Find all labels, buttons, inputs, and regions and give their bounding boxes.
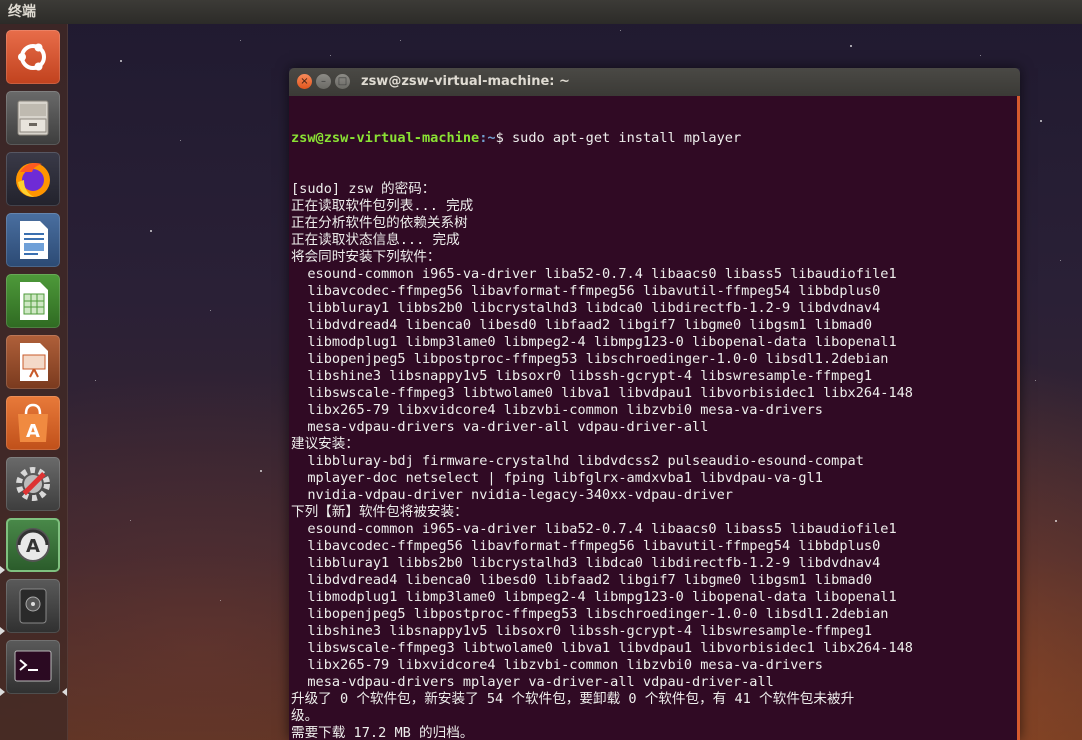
output-line: libx265-79 libxvidcore4 libzvbi-common l… — [291, 402, 823, 418]
output-line: libmodplug1 libmp3lame0 libmpeg2-4 libmp… — [291, 589, 897, 605]
output-line: libbluray1 libbs2b0 libcrystalhd3 libdca… — [291, 555, 881, 571]
impress-presentation-icon — [20, 343, 48, 381]
ubuntu-logo-icon — [18, 43, 46, 71]
launcher-item-settings[interactable] — [6, 457, 60, 511]
prompt-line: zsw@zsw-virtual-machine:~$ sudo apt-get … — [291, 130, 1013, 147]
output-line: 升级了 0 个软件包，新安装了 54 个软件包，要卸载 0 个软件包，有 41 … — [291, 691, 855, 707]
output-line: libdvdread4 libenca0 libesd0 libfaad2 li… — [291, 572, 873, 588]
output-line: libopenjpeg5 libpostproc-ffmpeg53 libsch… — [291, 351, 889, 367]
launcher: A A — [0, 24, 68, 740]
output-line: libshine3 libsnappy1v5 libsoxr0 libssh-g… — [291, 623, 873, 639]
command-text: sudo apt-get install mplayer — [512, 130, 742, 146]
output-line: mesa-vdpau-drivers va-driver-all vdpau-d… — [291, 419, 709, 435]
launcher-item-updater[interactable]: A — [6, 518, 60, 572]
running-indicator — [0, 688, 5, 696]
output-line: 将会同时安装下列软件： — [291, 249, 441, 265]
svg-text:A: A — [26, 536, 40, 557]
output-line: 正在分析软件包的依赖关系树 — [291, 215, 468, 231]
output-line: libx265-79 libxvidcore4 libzvbi-common l… — [291, 657, 823, 673]
svg-text:A: A — [26, 421, 40, 442]
prompt-user: zsw@zsw-virtual-machine — [291, 130, 480, 146]
output-line: mplayer-doc netselect | fping libfglrx-a… — [291, 470, 823, 486]
terminal-output: zsw@zsw-virtual-machine:~$ sudo apt-get … — [291, 96, 1013, 740]
top-panel: 终端 — [0, 0, 1082, 24]
calc-spreadsheet-icon — [20, 282, 48, 320]
terminal-window: × – □ zsw@zsw-virtual-machine: ~ zsw@zsw… — [289, 68, 1020, 740]
terminal-icon — [14, 650, 52, 682]
focused-indicator — [62, 688, 67, 696]
output-line: libavcodec-ffmpeg56 libavformat-ffmpeg56… — [291, 283, 881, 299]
output-line: 需要下载 17.2 MB 的归档。 — [291, 725, 474, 740]
output-line: libavcodec-ffmpeg56 libavformat-ffmpeg56… — [291, 538, 881, 554]
launcher-item-dash[interactable] — [6, 30, 60, 84]
output-line: 级。 — [291, 708, 319, 724]
maximize-button[interactable]: □ — [335, 74, 350, 89]
launcher-item-calc[interactable] — [6, 274, 60, 328]
output-line: 下列【新】软件包将被安装： — [291, 504, 468, 520]
close-button[interactable]: × — [297, 74, 312, 89]
output-line: libbluray-bdj firmware-crystalhd libdvdc… — [291, 453, 864, 469]
file-cabinet-icon — [17, 100, 49, 136]
launcher-item-impress[interactable] — [6, 335, 60, 389]
running-indicator — [0, 627, 5, 635]
launcher-item-firefox[interactable] — [6, 152, 60, 206]
active-app-title: 终端 — [8, 4, 36, 20]
writer-document-icon — [20, 221, 48, 259]
terminal-content[interactable]: zsw@zsw-virtual-machine:~$ sudo apt-get … — [289, 96, 1020, 740]
output-line: esound-common i965-va-driver liba52-0.7.… — [291, 521, 897, 537]
firefox-icon — [16, 163, 50, 197]
launcher-item-software[interactable]: A — [6, 396, 60, 450]
output-line: 正在读取状态信息... 完成 — [291, 232, 460, 248]
updater-icon: A — [16, 528, 50, 562]
launcher-item-disks[interactable] — [6, 579, 60, 633]
window-title: zsw@zsw-virtual-machine: ~ — [361, 74, 570, 89]
output-line: nvidia-vdpau-driver nvidia-legacy-340xx-… — [291, 487, 733, 503]
launcher-item-terminal[interactable] — [6, 640, 60, 694]
minimize-button[interactable]: – — [316, 74, 331, 89]
output-line: esound-common i965-va-driver liba52-0.7.… — [291, 266, 897, 282]
output-line: libdvdread4 libenca0 libesd0 libfaad2 li… — [291, 317, 873, 333]
output-line: libshine3 libsnappy1v5 libsoxr0 libssh-g… — [291, 368, 873, 384]
scrollbar[interactable] — [1017, 96, 1020, 740]
prompt-symbol: $ — [495, 130, 512, 146]
output-line: libbluray1 libbs2b0 libcrystalhd3 libdca… — [291, 300, 881, 316]
window-titlebar[interactable]: × – □ zsw@zsw-virtual-machine: ~ — [289, 68, 1020, 96]
launcher-item-files[interactable] — [6, 91, 60, 145]
output-line: [sudo] zsw 的密码： — [291, 181, 436, 197]
output-line: 正在读取软件包列表... 完成 — [291, 198, 474, 214]
running-indicator — [0, 566, 5, 574]
output-line: libopenjpeg5 libpostproc-ffmpeg53 libsch… — [291, 606, 889, 622]
output-line: mesa-vdpau-drivers mplayer va-driver-all… — [291, 674, 774, 690]
output-line: libmodplug1 libmp3lame0 libmpeg2-4 libmp… — [291, 334, 897, 350]
software-bag-icon: A — [18, 403, 48, 442]
output-line: libswscale-ffmpeg3 libtwolame0 libva1 li… — [291, 640, 913, 656]
output-line: libswscale-ffmpeg3 libtwolame0 libva1 li… — [291, 385, 913, 401]
output-line: 建议安装： — [291, 436, 359, 452]
disk-icon — [19, 588, 47, 624]
prompt-path: :~ — [479, 130, 496, 146]
settings-wrench-icon — [16, 467, 50, 501]
launcher-item-writer[interactable] — [6, 213, 60, 267]
